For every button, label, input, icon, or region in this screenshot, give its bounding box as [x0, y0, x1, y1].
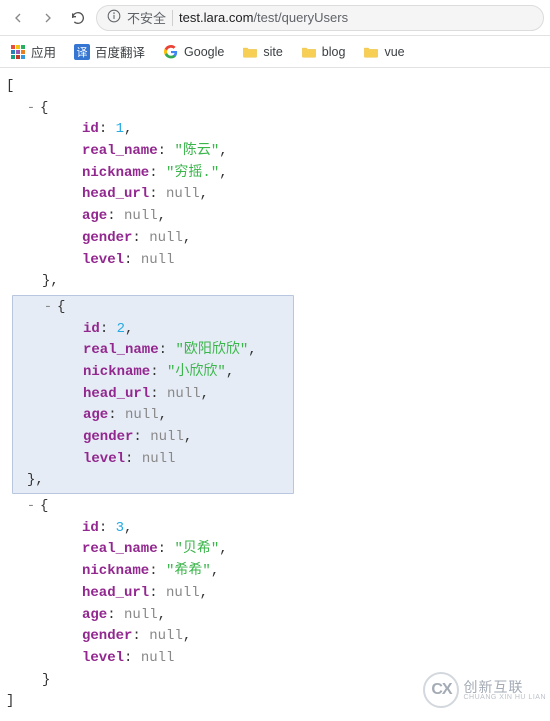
folder-icon — [242, 44, 258, 60]
insecure-label: 不安全 — [127, 8, 166, 27]
json-row-gender: gender: null, — [13, 427, 293, 449]
collapse-icon[interactable]: - — [43, 297, 53, 319]
json-row-nickname: nickname: "穷摇.", — [6, 163, 544, 185]
bookmark-blog[interactable]: blog — [301, 44, 346, 60]
json-row-id: id: 3, — [6, 518, 544, 540]
bookmark-label: site — [263, 45, 282, 59]
json-object-close: }, — [13, 470, 293, 492]
json-row-level: level: null — [6, 648, 544, 670]
json-object-open[interactable]: -{ — [6, 98, 544, 120]
bookmark-baidu-translate[interactable]: 译 百度翻译 — [74, 42, 145, 61]
google-icon — [163, 44, 179, 60]
reload-icon — [70, 10, 86, 26]
json-object-highlighted[interactable]: -{ id: 2, real_name: "欧阳欣欣", nickname: "… — [12, 295, 294, 494]
bookmark-apps[interactable]: 应用 — [10, 42, 56, 61]
json-row-level: level: null — [13, 449, 293, 471]
folder-icon — [363, 44, 379, 60]
json-row-age: age: null, — [13, 405, 293, 427]
bookmark-vue[interactable]: vue — [363, 44, 404, 60]
json-row-nickname: nickname: "希希", — [6, 561, 544, 583]
json-row-level: level: null — [6, 250, 544, 272]
forward-button[interactable] — [36, 6, 60, 30]
watermark-badge: CX — [423, 672, 459, 708]
back-button[interactable] — [6, 6, 30, 30]
json-row-age: age: null, — [6, 206, 544, 228]
address-separator — [172, 10, 173, 26]
json-row-head-url: head_url: null, — [6, 184, 544, 206]
json-row-real-name: real_name: "贝希", — [6, 539, 544, 561]
json-object-close: }, — [6, 271, 544, 293]
bookmark-label: vue — [384, 45, 404, 59]
json-row-head-url: head_url: null, — [13, 384, 293, 406]
json-row-gender: gender: null, — [6, 228, 544, 250]
json-row-id: id: 2, — [13, 319, 293, 341]
info-icon — [107, 9, 121, 26]
apps-icon — [10, 44, 26, 60]
json-row-head-url: head_url: null, — [6, 583, 544, 605]
translate-icon: 译 — [74, 44, 90, 60]
watermark-logo: CX 创新互联 CHUANG XIN HU LIAN — [423, 672, 546, 708]
bookmark-label: 百度翻译 — [95, 42, 145, 61]
watermark-py: CHUANG XIN HU LIAN — [463, 694, 546, 701]
browser-toolbar: 不安全 test.lara.com/test/queryUsers — [0, 0, 550, 36]
bookmark-label: blog — [322, 45, 346, 59]
arrow-right-icon — [40, 10, 56, 26]
watermark-cn: 创新互联 — [463, 680, 546, 694]
bookmark-label: Google — [184, 45, 224, 59]
arrow-left-icon — [10, 10, 26, 26]
folder-icon — [301, 44, 317, 60]
json-row-age: age: null, — [6, 605, 544, 627]
json-viewer: [ -{ id: 1, real_name: "陈云", nickname: "… — [0, 68, 550, 721]
bookmark-google[interactable]: Google — [163, 44, 224, 60]
bookmarks-bar: 应用 译 百度翻译 Google site blog vue — [0, 36, 550, 68]
json-row-gender: gender: null, — [6, 626, 544, 648]
collapse-icon[interactable]: - — [26, 98, 36, 120]
json-row-id: id: 1, — [6, 119, 544, 141]
bookmark-site[interactable]: site — [242, 44, 282, 60]
json-row-real-name: real_name: "陈云", — [6, 141, 544, 163]
json-row-nickname: nickname: "小欣欣", — [13, 362, 293, 384]
json-object-open[interactable]: -{ — [6, 496, 544, 518]
url-text: test.lara.com/test/queryUsers — [179, 10, 348, 25]
collapse-icon[interactable]: - — [26, 496, 36, 518]
reload-button[interactable] — [66, 6, 90, 30]
bookmark-label: 应用 — [31, 42, 56, 61]
address-bar[interactable]: 不安全 test.lara.com/test/queryUsers — [96, 5, 544, 31]
json-row-real-name: real_name: "欧阳欣欣", — [13, 340, 293, 362]
json-array-open: [ — [6, 76, 544, 98]
